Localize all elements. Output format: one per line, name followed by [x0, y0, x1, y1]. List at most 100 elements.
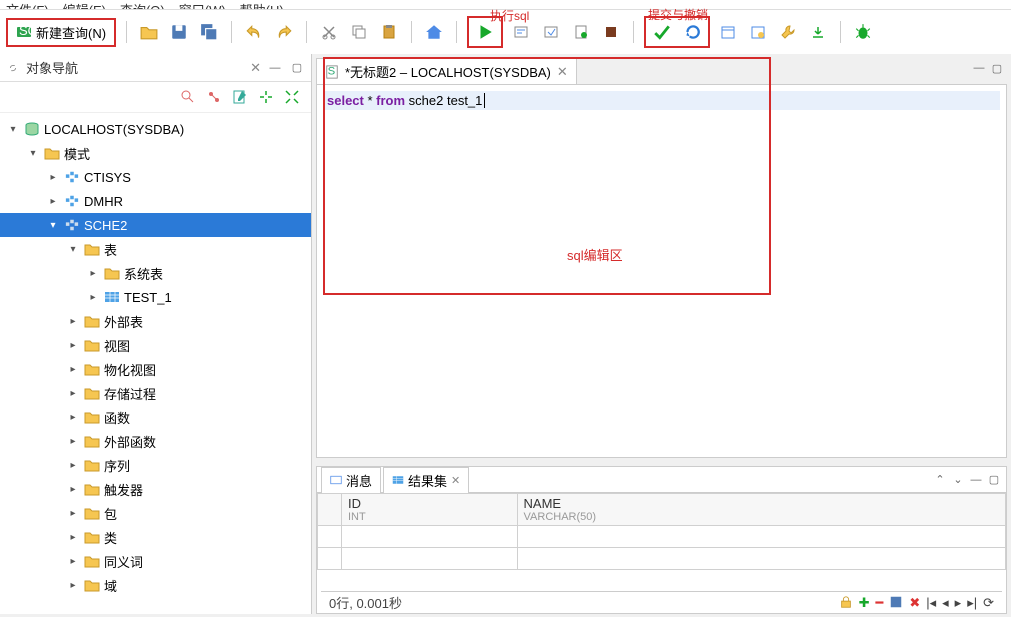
menu-edit[interactable]: 编辑(E) [63, 0, 106, 9]
tree-folder-11[interactable]: ▸域 [0, 573, 311, 597]
tree-schema-ctisys[interactable]: ▸ CTISYS [0, 165, 311, 189]
chevron-down-icon[interactable]: ▾ [66, 244, 80, 255]
tree-schema-sche2[interactable]: ▾ SCHE2 [0, 213, 311, 237]
sql-editor[interactable]: select * from sche2 test_1 sql编辑区 [316, 84, 1007, 458]
redo-icon[interactable] [272, 20, 296, 44]
cancel-grid-icon[interactable]: ✖ [909, 595, 920, 611]
delete-row-icon[interactable]: ━ [875, 595, 883, 611]
chevron-right-icon[interactable]: ▸ [66, 364, 80, 375]
schedule-icon[interactable] [746, 20, 770, 44]
close-tab-icon[interactable]: ✕ [250, 60, 261, 76]
tab-messages[interactable]: 消息 [321, 467, 381, 493]
add-row-icon[interactable]: ✚ [859, 595, 870, 611]
stop-icon[interactable] [599, 20, 623, 44]
chevron-right-icon[interactable]: ▸ [66, 436, 80, 447]
rollback-icon[interactable] [680, 20, 704, 44]
format-icon[interactable] [569, 20, 593, 44]
cut-icon[interactable] [317, 20, 341, 44]
tree-folder-8[interactable]: ▸包 [0, 501, 311, 525]
chevron-right-icon[interactable]: ▸ [66, 340, 80, 351]
tree-folder-5[interactable]: ▸外部函数 [0, 429, 311, 453]
tree-folder-6[interactable]: ▸序列 [0, 453, 311, 477]
close-tab-icon[interactable]: ✕ [451, 474, 460, 487]
expand-icon[interactable] [283, 88, 301, 106]
column-header-id[interactable]: IDINT [342, 494, 518, 526]
prev-row-icon[interactable]: ◂ [942, 595, 949, 611]
tree-tables-group[interactable]: ▾ 表 [0, 237, 311, 261]
refresh-grid-icon[interactable]: ⟳ [983, 595, 994, 611]
chevron-right-icon[interactable]: ▸ [46, 172, 60, 183]
debug-icon[interactable] [851, 20, 875, 44]
chevron-right-icon[interactable]: ▸ [86, 268, 100, 279]
chevron-right-icon[interactable]: ▸ [66, 484, 80, 495]
save-all-icon[interactable] [197, 20, 221, 44]
menu-file[interactable]: 文件(F) [6, 0, 49, 9]
tree-schema-group[interactable]: ▾ 模式 [0, 141, 311, 165]
edit-nav-icon[interactable] [231, 88, 249, 106]
results-grid[interactable]: IDINT NAMEVARCHAR(50) [317, 493, 1006, 591]
tree-folder-0[interactable]: ▸外部表 [0, 309, 311, 333]
minimize-icon[interactable]: — [267, 60, 283, 76]
editor-tab[interactable]: S *无标题2 – LOCALHOST(SYSDBA) ✕ [316, 58, 577, 84]
menu-query[interactable]: 查询(Q) [120, 0, 165, 9]
calendar-icon[interactable] [716, 20, 740, 44]
save-grid-icon[interactable] [889, 595, 903, 611]
maximize-icon[interactable]: ▢ [986, 472, 1002, 488]
last-row-icon[interactable]: ▸| [967, 595, 977, 611]
chevron-down-icon[interactable]: ▾ [46, 220, 60, 231]
tree-folder-3[interactable]: ▸存储过程 [0, 381, 311, 405]
close-tab-icon[interactable]: ✕ [557, 64, 568, 80]
tree-folder-2[interactable]: ▸物化视图 [0, 357, 311, 381]
tree-table-test1[interactable]: ▸ TEST_1 [0, 285, 311, 309]
chevron-right-icon[interactable]: ▸ [66, 532, 80, 543]
tree-folder-7[interactable]: ▸触发器 [0, 477, 311, 501]
collapse-icon[interactable] [257, 88, 275, 106]
home-icon[interactable] [422, 20, 446, 44]
menu-help[interactable]: 帮助(H) [240, 0, 284, 9]
minimize-icon[interactable]: — [971, 60, 987, 76]
undo-icon[interactable] [242, 20, 266, 44]
chevron-right-icon[interactable]: ▸ [66, 508, 80, 519]
export-icon[interactable] [806, 20, 830, 44]
exec-script-icon[interactable] [539, 20, 563, 44]
chevron-right-icon[interactable]: ▸ [66, 412, 80, 423]
tree-folder-9[interactable]: ▸类 [0, 525, 311, 549]
minimize-icon[interactable]: — [968, 472, 984, 488]
tree-schema-dmhr[interactable]: ▸ DMHR [0, 189, 311, 213]
wrench-icon[interactable] [776, 20, 800, 44]
chevron-right-icon[interactable]: ▸ [66, 580, 80, 591]
chevron-down-icon[interactable]: ▾ [6, 124, 20, 135]
tree-folder-1[interactable]: ▸视图 [0, 333, 311, 357]
sort-desc-icon[interactable]: ⌄ [950, 472, 966, 488]
first-row-icon[interactable]: |◂ [926, 595, 936, 611]
sort-asc-icon[interactable]: ⌃ [932, 472, 948, 488]
tree-folder-10[interactable]: ▸同义词 [0, 549, 311, 573]
new-query-button[interactable]: SQL 新建查询(N) [6, 18, 116, 47]
chevron-right-icon[interactable]: ▸ [66, 556, 80, 567]
next-row-icon[interactable]: ▸ [955, 595, 962, 611]
column-header-name[interactable]: NAMEVARCHAR(50) [517, 494, 1005, 526]
table-row[interactable] [318, 548, 1006, 570]
maximize-icon[interactable]: ▢ [989, 60, 1005, 76]
chevron-down-icon[interactable]: ▾ [26, 148, 40, 159]
chevron-right-icon[interactable]: ▸ [46, 196, 60, 207]
link-nav-icon[interactable] [205, 88, 223, 106]
filter-icon[interactable] [179, 88, 197, 106]
table-row[interactable] [318, 526, 1006, 548]
open-icon[interactable] [137, 20, 161, 44]
tree-connection[interactable]: ▾ LOCALHOST(SYSDBA) [0, 117, 311, 141]
save-icon[interactable] [167, 20, 191, 44]
sql-line[interactable]: select * from sche2 test_1 [323, 91, 1000, 110]
chevron-right-icon[interactable]: ▸ [66, 460, 80, 471]
lock-icon[interactable] [839, 595, 853, 611]
tree-folder-4[interactable]: ▸函数 [0, 405, 311, 429]
copy-icon[interactable] [347, 20, 371, 44]
chevron-right-icon[interactable]: ▸ [66, 316, 80, 327]
object-tree[interactable]: ▾ LOCALHOST(SYSDBA) ▾ 模式 ▸ CTISYS ▸ DMHR… [0, 113, 311, 614]
chevron-right-icon[interactable]: ▸ [86, 292, 100, 303]
paste-icon[interactable] [377, 20, 401, 44]
chevron-right-icon[interactable]: ▸ [66, 388, 80, 399]
tab-resultset[interactable]: 结果集 ✕ [383, 467, 469, 493]
maximize-icon[interactable]: ▢ [289, 60, 305, 76]
tree-system-tables[interactable]: ▸ 系统表 [0, 261, 311, 285]
